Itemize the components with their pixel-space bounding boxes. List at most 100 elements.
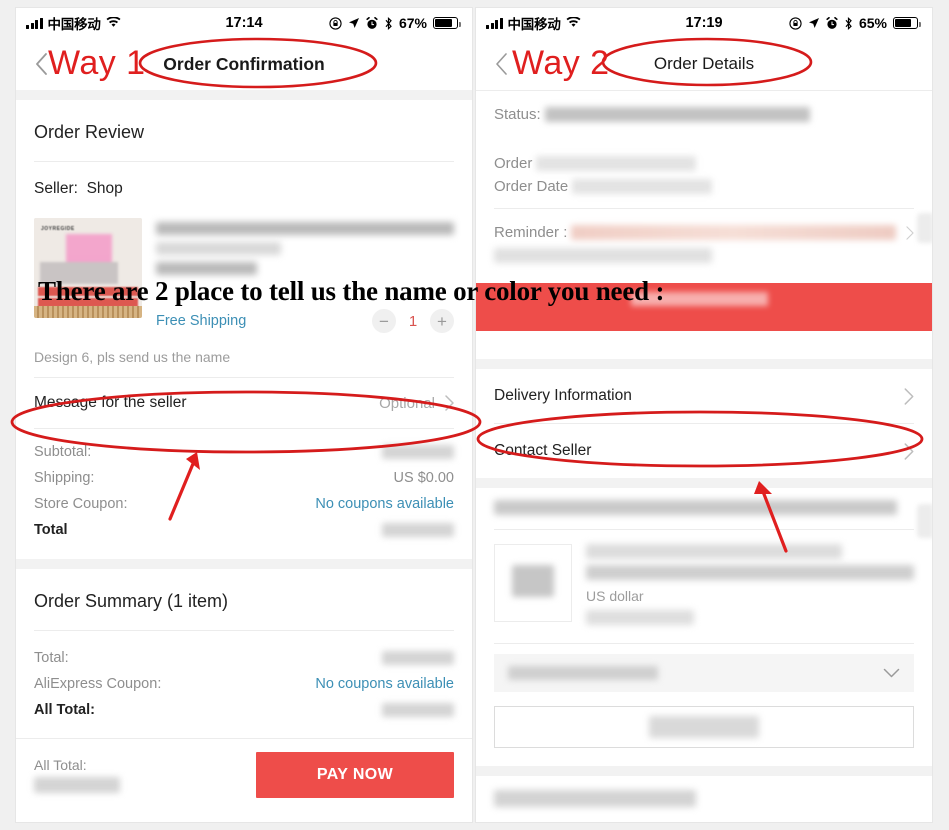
status-bar-right-group: 67% [329, 15, 461, 31]
aliexpress-coupon-value[interactable]: No coupons available [315, 676, 454, 692]
order-date-value-blurred [572, 179, 713, 194]
battery-percent-label: 67% [398, 15, 427, 31]
all-total-label: All Total: [34, 702, 95, 718]
reminder-label: Reminder : [494, 224, 568, 241]
message-for-seller-row[interactable]: Message for the seller Optional [34, 378, 454, 428]
order-totals-list: Subtotal: Shipping: US $0.00 Store Coupo… [34, 429, 454, 559]
status-row: Status: [494, 103, 914, 126]
pay-now-button[interactable]: PAY NOW [256, 751, 454, 798]
table-row: Total: [34, 645, 454, 671]
table-row: Shipping: US $0.00 [34, 465, 454, 491]
subtotal-value-blurred [382, 445, 454, 459]
quantity-increase-button[interactable]: + [430, 309, 454, 333]
all-total-value-blurred [382, 703, 454, 717]
message-for-seller-value: Optional [379, 394, 435, 412]
carrier-label: 中国移动 [507, 17, 561, 32]
delivery-information-label: Delivery Information [494, 387, 632, 404]
wifi-icon [106, 15, 121, 31]
footer-text-blurred [494, 790, 696, 807]
summary-total-value-blurred [382, 651, 454, 665]
seller-row[interactable]: Seller: Shop [34, 162, 454, 214]
section-divider [16, 559, 472, 569]
item-title-blurred [586, 544, 842, 559]
subtotal-label: Subtotal: [34, 444, 92, 460]
thumbnail-wood-texture [34, 306, 142, 318]
status-value-blurred [544, 107, 810, 122]
variant-select[interactable] [494, 654, 914, 692]
item-price-blurred [586, 610, 695, 625]
store-row-blurred[interactable] [476, 488, 932, 515]
quantity-stepper[interactable]: − 1 + [372, 309, 454, 333]
lock-rotation-icon [789, 16, 802, 30]
chevron-right-icon [904, 442, 914, 460]
status-bar-right-group: 65% [789, 15, 921, 31]
divider [494, 208, 914, 209]
lock-rotation-icon [329, 16, 342, 30]
reminder-value-blurred-2 [494, 248, 713, 263]
note-input[interactable] [494, 706, 914, 748]
table-row: Total [34, 517, 454, 543]
table-row[interactable]: AliExpress Coupon: No coupons available [34, 671, 454, 697]
order-number-label: Order [494, 155, 533, 172]
aliexpress-coupon-label: AliExpress Coupon: [34, 676, 162, 692]
order-summary-heading: Order Summary (1 item) [34, 591, 229, 611]
thumbnail-brand-label: JOYREGIDE [41, 226, 75, 232]
status-bar-left-group: 中国移动 [26, 13, 121, 33]
section-divider [476, 478, 932, 488]
chevron-down-icon [883, 668, 900, 679]
pay-bar-total: All Total: [34, 757, 120, 793]
status-bar-right: 中国移动 17:19 65% [476, 8, 932, 38]
bluetooth-icon [384, 16, 393, 30]
quantity-decrease-button[interactable]: − [372, 309, 396, 333]
pay-bar: All Total: PAY NOW [16, 738, 472, 810]
location-icon [808, 17, 820, 29]
summary-total-label: Total: [34, 650, 69, 666]
table-row: Subtotal: [34, 439, 454, 465]
annotation-way-1-label: Way 1 [48, 44, 146, 82]
table-row[interactable]: Store Coupon: No coupons available [34, 491, 454, 517]
currency-note: US dollar [586, 588, 644, 604]
store-coupon-value[interactable]: No coupons available [315, 496, 454, 512]
battery-icon [893, 17, 921, 29]
item-thumbnail[interactable] [494, 544, 572, 622]
order-number-row: Order [494, 152, 914, 175]
item-subtitle-blurred [586, 565, 914, 580]
order-review-card: Order Review Seller: Shop JOYREGIDE Free… [16, 100, 472, 559]
order-info-block: Status: Order Order Date Reminder : [476, 91, 932, 267]
quantity-value: 1 [408, 312, 418, 330]
wifi-icon [566, 15, 581, 31]
section-divider [476, 766, 932, 776]
reminder-value-blurred [571, 225, 896, 240]
note-input-value-blurred [649, 716, 759, 738]
total-label: Total [34, 522, 68, 538]
product-row[interactable]: JOYREGIDE Free Shipping − 1 + [34, 214, 454, 335]
scroll-nub[interactable] [917, 213, 932, 243]
reminder-row[interactable]: Reminder : [494, 221, 914, 244]
delivery-information-row[interactable]: Delivery Information [476, 369, 932, 423]
product-price-blurred [156, 262, 258, 275]
order-summary-list: Total: AliExpress Coupon: No coupons ava… [34, 631, 454, 741]
total-value-blurred [382, 523, 454, 537]
right-phone-screenshot: 中国移动 17:19 65% Order Details Status: Ord… [476, 8, 932, 822]
status-label: Status: [494, 106, 541, 123]
chevron-right-icon [906, 225, 914, 240]
carrier-label: 中国移动 [47, 17, 101, 32]
pay-total-value-blurred [34, 776, 120, 793]
shipping-value: US $0.00 [393, 470, 454, 486]
annotation-way-2-label: Way 2 [512, 44, 610, 82]
product-variant-label: Design 6, pls send us the name [34, 349, 231, 365]
screenshot-root: 中国移动 17:14 67% Order Confirmation Order … [0, 0, 949, 830]
message-for-seller-label: Message for the seller [34, 394, 187, 411]
table-row: All Total: [34, 697, 454, 723]
signal-icon [486, 17, 503, 29]
product-title-blurred-2 [156, 242, 282, 255]
battery-icon [433, 17, 461, 29]
chevron-right-icon [445, 395, 454, 411]
order-item-row[interactable]: US dollar [476, 530, 932, 631]
contact-seller-row[interactable]: Contact Seller [476, 424, 932, 478]
section-divider [16, 90, 472, 100]
annotation-headline: There are 2 place to tell us the name or… [38, 276, 665, 306]
free-shipping-label[interactable]: Free Shipping [156, 313, 246, 329]
divider [494, 643, 914, 644]
scroll-nub[interactable] [917, 504, 932, 538]
